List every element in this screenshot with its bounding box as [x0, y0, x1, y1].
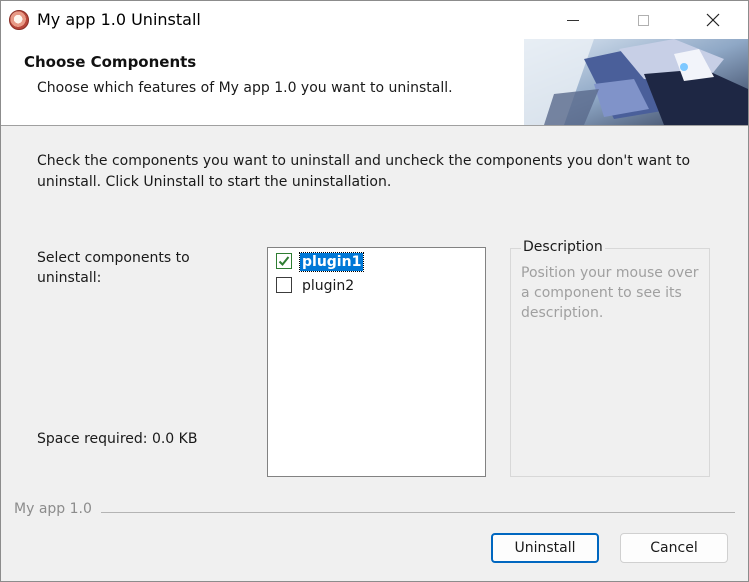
checkmark-icon [278, 256, 290, 266]
footer-divider [101, 512, 735, 513]
page-subtitle: Choose which features of My app 1.0 you … [37, 80, 453, 96]
close-icon [706, 13, 720, 27]
minimize-icon [567, 20, 579, 21]
select-components-label: Select components to uninstall: [37, 250, 190, 286]
description-title: Description [521, 239, 605, 255]
components-tree[interactable]: plugin1 plugin2 [267, 247, 486, 477]
app-icon [9, 10, 29, 30]
component-checkbox-plugin2[interactable] [276, 277, 292, 293]
space-required-label: Space required: 0.0 KB [37, 431, 198, 447]
uninstall-button[interactable]: Uninstall [491, 533, 599, 563]
maximize-button[interactable] [620, 1, 666, 39]
instructions-text: Check the components you want to uninsta… [37, 153, 691, 190]
cancel-button[interactable]: Cancel [620, 533, 728, 563]
page-title: Choose Components [24, 53, 197, 71]
close-button[interactable] [690, 1, 736, 39]
uninstall-window: My app 1.0 Uninstall Choose Components C… [0, 0, 749, 582]
component-label-plugin2[interactable]: plugin2 [300, 277, 356, 295]
component-checkbox-plugin1[interactable] [276, 253, 292, 269]
maximize-icon [638, 15, 649, 26]
minimize-button[interactable] [550, 1, 596, 39]
title-bar[interactable]: My app 1.0 Uninstall [1, 1, 748, 39]
installer-brand: My app 1.0 [14, 501, 98, 517]
description-text: Position your mouse over a component to … [521, 265, 699, 321]
header-banner-image [524, 39, 748, 125]
window-title: My app 1.0 Uninstall [37, 10, 201, 29]
page-header: Choose Components Choose which features … [1, 39, 748, 126]
component-label-plugin1[interactable]: plugin1 [298, 252, 365, 272]
